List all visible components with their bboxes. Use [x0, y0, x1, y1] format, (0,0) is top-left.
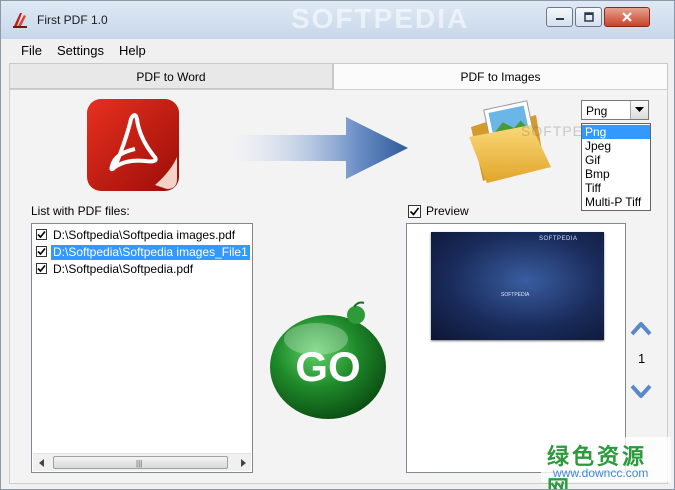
list-item[interactable]: D:\Softpedia\Softpedia images_File1: [34, 244, 250, 261]
checkmark-icon: [37, 230, 46, 239]
pdf-icon: [87, 99, 179, 191]
minimize-button[interactable]: [546, 7, 573, 27]
chevron-right-icon: [240, 458, 246, 467]
checkmark-icon: [37, 247, 46, 256]
format-select-value: Png: [586, 104, 608, 118]
grip-icon: |||: [136, 459, 143, 468]
maximize-icon: [583, 12, 594, 22]
checkmark-icon: [37, 264, 46, 273]
app-logo-icon: [13, 13, 27, 28]
close-icon: [622, 12, 632, 22]
tab-bar: PDF to Word PDF to Images: [9, 63, 668, 89]
horizontal-scrollbar[interactable]: |||: [33, 453, 251, 471]
site-watermark: 绿色资源网 www.downcc.com: [541, 437, 671, 489]
thumbnail-caption: SOFTPEDIA: [501, 292, 530, 298]
title-bar[interactable]: First PDF 1.0 SOFTPEDIA: [1, 1, 674, 39]
go-button-label: GO: [295, 343, 360, 390]
pdf-file-list[interactable]: D:\Softpedia\Softpedia images.pdf D:\Sof…: [31, 223, 253, 473]
dropdown-button[interactable]: [630, 101, 648, 119]
chevron-left-icon: [38, 458, 44, 467]
app-window: First PDF 1.0 SOFTPEDIA File Settings He…: [0, 0, 675, 490]
format-option-bmp[interactable]: Bmp: [582, 167, 650, 181]
site-watermark-url: www.downcc.com: [553, 466, 649, 480]
tab-pdf-to-images[interactable]: PDF to Images: [333, 63, 668, 89]
thumbnail-logo: SOFTPEDIA: [539, 236, 578, 242]
go-button[interactable]: GO: [266, 301, 391, 421]
menu-bar: File Settings Help: [9, 39, 668, 61]
list-item[interactable]: D:\Softpedia\Softpedia.pdf: [34, 261, 250, 278]
next-page-button[interactable]: [630, 383, 652, 401]
scrollbar-thumb[interactable]: |||: [53, 456, 228, 469]
scroll-left-button[interactable]: [33, 454, 50, 471]
format-option-png[interactable]: Png: [582, 125, 650, 139]
list-item[interactable]: D:\Softpedia\Softpedia images.pdf: [34, 227, 250, 244]
tab-pdf-to-word[interactable]: PDF to Word: [9, 63, 333, 89]
checkmark-icon: [409, 207, 420, 216]
window-title: First PDF 1.0: [37, 13, 108, 27]
page-number: 1: [638, 351, 646, 366]
format-select[interactable]: Png: [581, 100, 649, 120]
softpedia-watermark: SOFTPEDIA: [291, 3, 470, 34]
preview-label: Preview: [426, 204, 469, 218]
preview-checkbox[interactable]: [408, 205, 421, 218]
format-option-multipage-tiff[interactable]: Multi-P Tiff: [582, 195, 650, 209]
file-checkbox[interactable]: [36, 263, 47, 274]
scroll-right-button[interactable]: [234, 454, 251, 471]
image-folder-icon: [469, 100, 551, 183]
menu-help[interactable]: Help: [119, 43, 146, 58]
menu-settings[interactable]: Settings: [57, 43, 104, 58]
file-checkbox[interactable]: [36, 229, 47, 240]
minimize-icon: [555, 18, 564, 20]
file-list-label: List with PDF files:: [31, 204, 130, 218]
format-option-jpeg[interactable]: Jpeg: [582, 139, 650, 153]
file-checkbox[interactable]: [36, 246, 47, 257]
close-button[interactable]: [604, 7, 650, 27]
preview-thumbnail: SOFTPEDIA SOFTPEDIA: [431, 232, 604, 340]
previous-page-button[interactable]: [630, 319, 652, 337]
format-dropdown-list: Png Jpeg Gif Bmp Tiff Multi-P Tiff: [581, 123, 651, 211]
menu-file[interactable]: File: [21, 43, 42, 58]
file-path: D:\Softpedia\Softpedia images_File1: [51, 245, 250, 260]
chevron-down-icon: [635, 107, 644, 112]
format-option-gif[interactable]: Gif: [582, 153, 650, 167]
site-watermark-name: 绿色资源网: [547, 444, 648, 490]
arrow-right-icon: [236, 117, 408, 179]
file-path: D:\Softpedia\Softpedia.pdf: [53, 262, 194, 276]
file-path: D:\Softpedia\Softpedia images.pdf: [53, 228, 236, 242]
maximize-button[interactable]: [575, 7, 602, 27]
preview-pane: SOFTPEDIA SOFTPEDIA: [406, 223, 626, 473]
format-option-tiff[interactable]: Tiff: [582, 181, 650, 195]
